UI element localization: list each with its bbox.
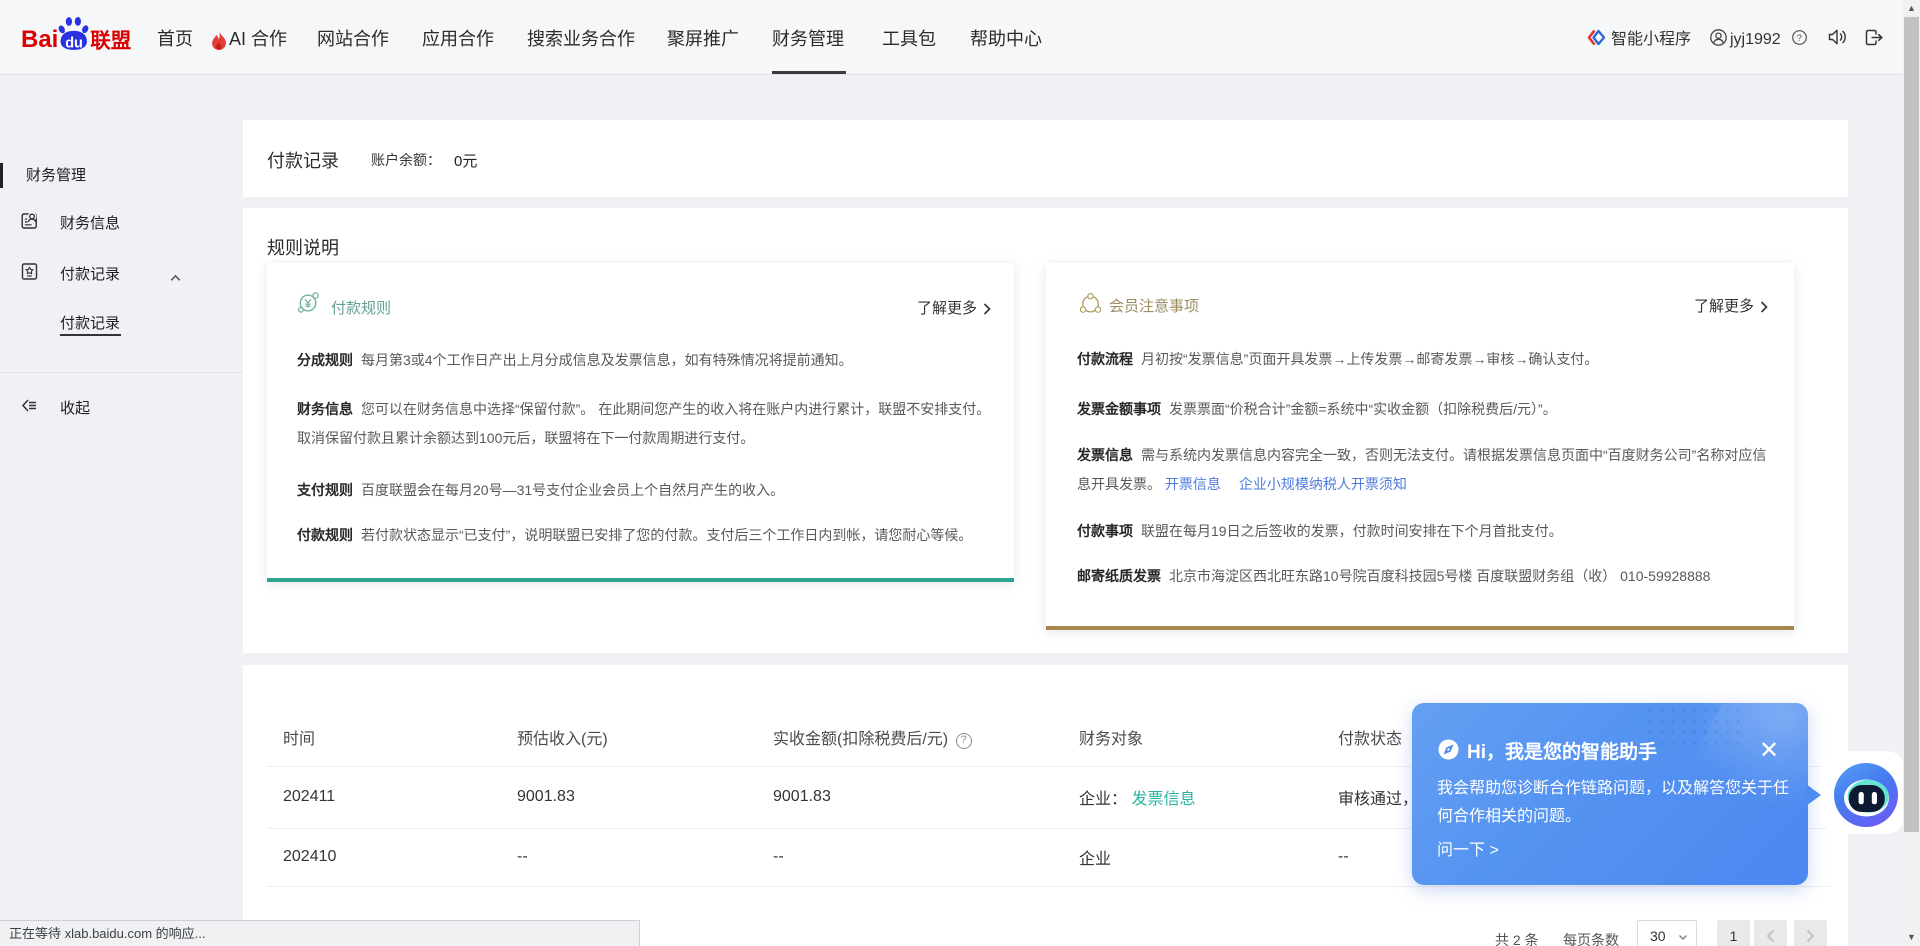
svg-text:联盟: 联盟 <box>90 30 131 52</box>
svg-text:?: ? <box>1797 33 1802 44</box>
svg-text:Bai: Bai <box>21 26 58 52</box>
svg-text:du: du <box>65 35 83 51</box>
